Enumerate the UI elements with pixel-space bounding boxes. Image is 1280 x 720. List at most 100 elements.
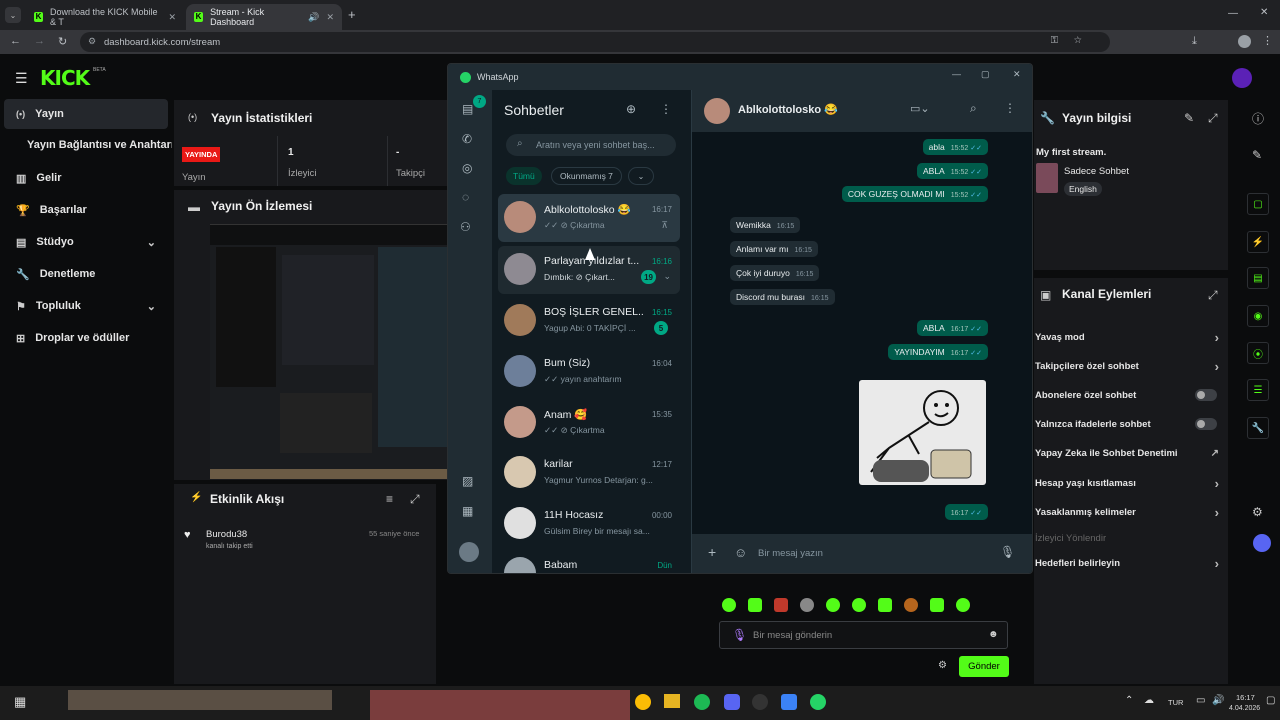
obs-icon[interactable] [752,694,768,710]
chat-item[interactable]: 11H Hocasız 00:00 Gülsim Birey bir mesaj… [498,500,680,548]
channels-icon[interactable]: ◌ [462,190,469,204]
close-tab-icon[interactable]: ✕ [168,12,176,23]
wrench-tool-icon[interactable]: 🔧 [1247,417,1269,439]
tool-icon-1[interactable]: ▢ [1247,193,1269,215]
filter-unread-chip[interactable]: Okunmamış 7 [551,167,622,185]
network-icon[interactable]: ▭ [1196,695,1205,706]
action-subscribers-only[interactable]: Abonelere özel sohbet [1035,382,1225,408]
discord-icon[interactable] [724,694,740,710]
video-call-icon[interactable]: ▭⌄ [910,102,930,115]
chat-settings-icon[interactable]: ⚙ [938,660,947,671]
popout-icon[interactable]: ⤢ [1208,111,1218,126]
pen-icon[interactable]: ✎ [1252,148,1262,162]
contact-avatar[interactable] [704,98,730,124]
chrome-icon[interactable] [635,694,651,710]
url-field[interactable]: ⚙ dashboard.kick.com/stream ⚿ ☆ [80,32,1110,52]
bookmark-star-icon[interactable]: ☆ [1073,35,1082,46]
lightning-tool-icon[interactable]: ⚡ [1247,231,1269,253]
phone-icon[interactable]: ✆ [462,132,472,146]
settings-gear-icon[interactable]: ⚙ [1252,505,1263,519]
subscribers-toggle[interactable] [1195,389,1217,401]
chat-item[interactable]: Babam Dün [498,550,680,573]
close-tab-icon[interactable]: ✕ [326,12,334,23]
communities-icon[interactable]: ⚇ [460,220,471,234]
preview-video[interactable] [210,224,450,479]
volume-icon[interactable]: 🔊 [1212,695,1224,706]
taskbar-thumbnail[interactable] [370,690,630,720]
emoji-icon[interactable]: ☻ [988,629,999,640]
action-followers-only[interactable]: Takipçilere özel sohbet › [1035,353,1225,379]
search-input[interactable]: ⌕ Aratın veya yeni sohbet baş... [506,134,676,156]
language-indicator[interactable]: TUR [1168,698,1183,707]
search-icon[interactable]: ⌕ [970,101,977,116]
emote-icon[interactable] [826,598,840,612]
forward-icon[interactable]: → [34,35,45,47]
sidebar-item-stream[interactable]: (•) Yayın [4,99,168,129]
emote-icon[interactable] [774,598,788,612]
back-icon[interactable]: ← [10,35,21,47]
action-targets[interactable]: Hedefleri belirleyin › [1035,550,1225,576]
list-tool-icon[interactable]: ☰ [1247,379,1269,401]
tab-list-button[interactable]: ⌄ [5,7,21,23]
chat-item[interactable]: Anam 🥰 15:35 ✓✓ ⊘ Çıkartma [498,399,680,447]
edit-icon[interactable]: ✎ [1184,111,1194,125]
user-avatar[interactable] [1232,68,1252,88]
clock-date[interactable]: 4.04.2026 [1229,705,1260,712]
attach-plus-icon[interactable]: + [708,544,716,560]
emote-icon[interactable] [878,598,892,612]
action-ai-moderation[interactable]: Yapay Zeka ile Sohbet Denetimi ↗ [1035,440,1225,466]
sidebar-item-studio[interactable]: ▤ Stüdyo ⌄ [4,227,168,257]
emotes-toggle[interactable] [1195,418,1217,430]
document-tool-icon[interactable]: ▤ [1247,267,1269,289]
action-account-age[interactable]: Hesap yaşı kısıtlaması › [1035,470,1225,496]
whatsapp-icon[interactable] [810,694,826,710]
audio-icon[interactable]: 🔊 [308,12,319,23]
emote-icon[interactable] [722,598,736,612]
mic-icon[interactable]: 🎙 [1000,545,1015,559]
sidebar-item-revenue[interactable]: ▥ Gelir [4,163,168,193]
more-options-icon[interactable]: ⋮ [1004,101,1016,115]
filter-all-chip[interactable]: Tümü [506,167,542,185]
sidebar-item-community[interactable]: ⚑ Topluluk ⌄ [4,291,168,321]
emoji-icon[interactable]: ☺ [734,545,747,560]
action-slow-mode[interactable]: Yavaş mod › [1035,324,1225,350]
chevron-down-icon[interactable]: ⌄ [663,271,671,282]
chat-tool-icon[interactable]: ◉ [1247,305,1269,327]
minimize-window-icon[interactable]: — [1228,8,1238,19]
browser-tab-download[interactable]: K Download the KICK Mobile & T ✕ [26,4,184,30]
broadcast-tool-icon[interactable]: ⦿ [1247,342,1269,364]
profile-avatar[interactable] [459,542,479,562]
chats-icon[interactable]: ▤ [462,102,473,116]
browser-tab-stream[interactable]: K Stream - Kick Dashboard 🔊 ✕ [186,4,342,30]
filter-icon[interactable]: ≡ [386,492,393,506]
hamburger-menu-icon[interactable]: ☰ [15,70,28,87]
action-banned-words[interactable]: Yasaklanmış kelimeler › [1035,499,1225,525]
popout-icon[interactable]: ⤢ [1208,288,1218,303]
tray-chevron-icon[interactable]: ⌃ [1125,695,1133,706]
sidebar-item-stream-key[interactable]: Yayın Bağlantısı ve Anahtarı [4,130,172,160]
download-icon[interactable]: ⤓ [1192,35,1197,48]
contact-name[interactable]: Ablkolottolosko 😂 [738,103,838,116]
sticker-image[interactable] [859,380,986,485]
sidebar-item-moderation[interactable]: 🔧 Denetleme [4,259,168,289]
archive-icon[interactable]: ▦ [462,504,473,518]
site-info-icon[interactable]: ⚙ [88,36,96,47]
file-explorer-icon[interactable] [664,694,680,708]
close-window-icon[interactable]: ✕ [1260,7,1268,18]
clock-time[interactable]: 16:17 [1236,693,1255,702]
more-options-icon[interactable]: ⋮ [660,102,672,116]
mic-icon[interactable]: 🎙 [732,628,747,642]
new-chat-icon[interactable]: ⊕ [626,102,636,116]
sidebar-item-drops[interactable]: ⊞ Droplar ve ödüller [4,323,168,353]
status-icon[interactable]: ◎ [462,161,472,175]
profile-avatar[interactable] [1238,35,1251,48]
password-key-icon[interactable]: ⚿ [1051,35,1058,46]
discord-icon[interactable] [1253,534,1271,552]
taskbar-thumbnail[interactable] [68,690,332,710]
app-icon[interactable] [781,694,797,710]
reload-icon[interactable]: ↻ [58,35,67,48]
action-emotes-only[interactable]: Yalnızca ifadelerle sohbet [1035,411,1225,437]
emote-icon[interactable] [904,598,918,612]
popout-icon[interactable]: ⤢ [410,492,420,507]
kick-logo[interactable]: KICK [40,66,90,90]
